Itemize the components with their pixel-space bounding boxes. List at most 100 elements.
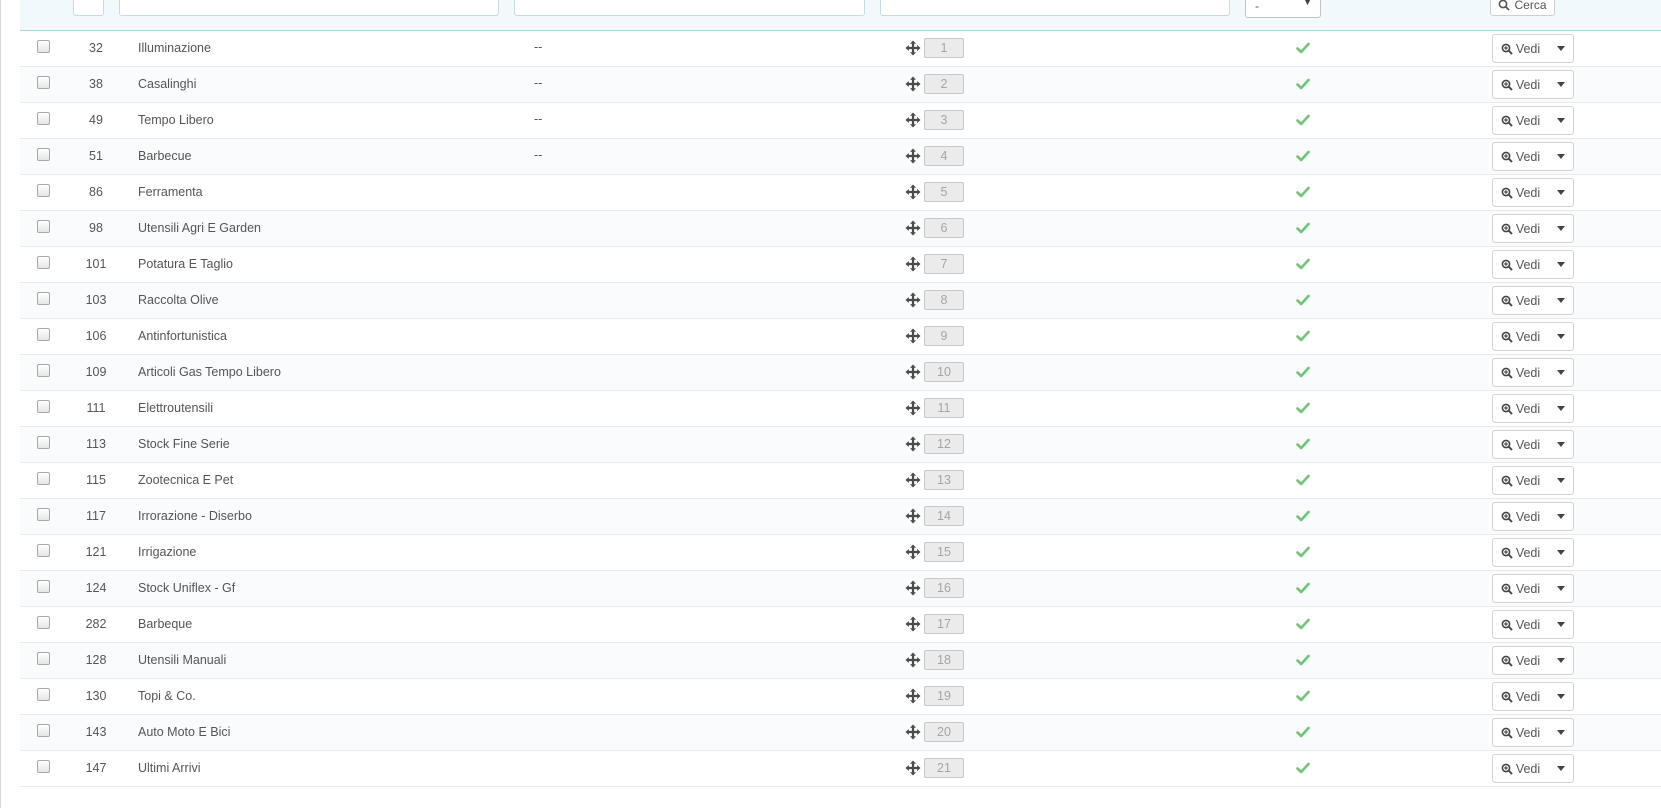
row-checkbox[interactable]: [37, 148, 50, 161]
move-arrows-icon[interactable]: [905, 508, 921, 524]
row-checkbox[interactable]: [37, 724, 50, 737]
check-icon[interactable]: [1296, 41, 1310, 55]
move-arrows-icon[interactable]: [905, 688, 921, 704]
row-checkbox[interactable]: [37, 292, 50, 305]
actions-dropdown-toggle[interactable]: [1549, 35, 1573, 62]
move-arrows-icon[interactable]: [905, 76, 921, 92]
actions-dropdown-toggle[interactable]: [1549, 179, 1573, 206]
actions-dropdown-toggle[interactable]: [1549, 611, 1573, 638]
move-arrows-icon[interactable]: [905, 256, 921, 272]
actions-dropdown-toggle[interactable]: [1549, 683, 1573, 710]
check-icon[interactable]: [1296, 257, 1310, 271]
row-checkbox[interactable]: [37, 688, 50, 701]
row-checkbox[interactable]: [37, 328, 50, 341]
move-arrows-icon[interactable]: [905, 364, 921, 380]
move-arrows-icon[interactable]: [905, 760, 921, 776]
view-button[interactable]: Vedi: [1493, 647, 1548, 674]
actions-dropdown-toggle[interactable]: [1549, 719, 1573, 746]
check-icon[interactable]: [1296, 437, 1310, 451]
view-button[interactable]: Vedi: [1493, 323, 1548, 350]
move-arrows-icon[interactable]: [905, 436, 921, 452]
view-button[interactable]: Vedi: [1493, 35, 1548, 62]
view-button[interactable]: Vedi: [1493, 287, 1548, 314]
check-icon[interactable]: [1296, 77, 1310, 91]
row-checkbox[interactable]: [37, 364, 50, 377]
check-icon[interactable]: [1296, 581, 1310, 595]
view-button[interactable]: Vedi: [1493, 359, 1548, 386]
row-checkbox[interactable]: [37, 112, 50, 125]
move-arrows-icon[interactable]: [905, 328, 921, 344]
view-button[interactable]: Vedi: [1493, 179, 1548, 206]
check-icon[interactable]: [1296, 401, 1310, 415]
check-icon[interactable]: [1296, 329, 1310, 343]
row-checkbox[interactable]: [37, 508, 50, 521]
view-button[interactable]: Vedi: [1493, 431, 1548, 458]
view-button[interactable]: Vedi: [1493, 467, 1548, 494]
actions-dropdown-toggle[interactable]: [1549, 503, 1573, 530]
view-button[interactable]: Vedi: [1493, 215, 1548, 242]
view-button[interactable]: Vedi: [1493, 107, 1548, 134]
move-arrows-icon[interactable]: [905, 400, 921, 416]
actions-dropdown-toggle[interactable]: [1549, 431, 1573, 458]
check-icon[interactable]: [1296, 365, 1310, 379]
row-checkbox[interactable]: [37, 760, 50, 773]
row-checkbox[interactable]: [37, 184, 50, 197]
check-icon[interactable]: [1296, 113, 1310, 127]
row-checkbox[interactable]: [37, 580, 50, 593]
move-arrows-icon[interactable]: [905, 580, 921, 596]
row-checkbox[interactable]: [37, 436, 50, 449]
check-icon[interactable]: [1296, 473, 1310, 487]
check-icon[interactable]: [1296, 689, 1310, 703]
filter-active-select[interactable]: - ▼: [1245, 0, 1321, 18]
check-icon[interactable]: [1296, 185, 1310, 199]
move-arrows-icon[interactable]: [905, 184, 921, 200]
check-icon[interactable]: [1296, 293, 1310, 307]
actions-dropdown-toggle[interactable]: [1549, 395, 1573, 422]
view-button[interactable]: Vedi: [1493, 503, 1548, 530]
search-button[interactable]: Cerca: [1490, 0, 1555, 16]
check-icon[interactable]: [1296, 509, 1310, 523]
filter-name-input[interactable]: [119, 0, 499, 16]
row-checkbox[interactable]: [37, 76, 50, 89]
actions-dropdown-toggle[interactable]: [1549, 215, 1573, 242]
move-arrows-icon[interactable]: [905, 652, 921, 668]
view-button[interactable]: Vedi: [1493, 539, 1548, 566]
row-checkbox[interactable]: [37, 616, 50, 629]
actions-dropdown-toggle[interactable]: [1549, 323, 1573, 350]
view-button[interactable]: Vedi: [1493, 143, 1548, 170]
filter-id-input[interactable]: [73, 0, 104, 16]
row-checkbox[interactable]: [37, 472, 50, 485]
actions-dropdown-toggle[interactable]: [1549, 107, 1573, 134]
actions-dropdown-toggle[interactable]: [1549, 251, 1573, 278]
check-icon[interactable]: [1296, 149, 1310, 163]
check-icon[interactable]: [1296, 725, 1310, 739]
filter-position-input[interactable]: [880, 0, 1230, 16]
move-arrows-icon[interactable]: [905, 616, 921, 632]
check-icon[interactable]: [1296, 221, 1310, 235]
view-button[interactable]: Vedi: [1493, 719, 1548, 746]
check-icon[interactable]: [1296, 761, 1310, 775]
actions-dropdown-toggle[interactable]: [1549, 287, 1573, 314]
move-arrows-icon[interactable]: [905, 292, 921, 308]
actions-dropdown-toggle[interactable]: [1549, 647, 1573, 674]
actions-dropdown-toggle[interactable]: [1549, 71, 1573, 98]
actions-dropdown-toggle[interactable]: [1549, 467, 1573, 494]
actions-dropdown-toggle[interactable]: [1549, 143, 1573, 170]
actions-dropdown-toggle[interactable]: [1549, 539, 1573, 566]
check-icon[interactable]: [1296, 617, 1310, 631]
check-icon[interactable]: [1296, 653, 1310, 667]
actions-dropdown-toggle[interactable]: [1549, 575, 1573, 602]
row-checkbox[interactable]: [37, 220, 50, 233]
view-button[interactable]: Vedi: [1493, 251, 1548, 278]
move-arrows-icon[interactable]: [905, 724, 921, 740]
row-checkbox[interactable]: [37, 544, 50, 557]
view-button[interactable]: Vedi: [1493, 71, 1548, 98]
view-button[interactable]: Vedi: [1493, 611, 1548, 638]
row-checkbox[interactable]: [37, 256, 50, 269]
move-arrows-icon[interactable]: [905, 472, 921, 488]
row-checkbox[interactable]: [37, 652, 50, 665]
row-checkbox[interactable]: [37, 400, 50, 413]
move-arrows-icon[interactable]: [905, 40, 921, 56]
filter-description-input[interactable]: [514, 0, 865, 16]
move-arrows-icon[interactable]: [905, 220, 921, 236]
